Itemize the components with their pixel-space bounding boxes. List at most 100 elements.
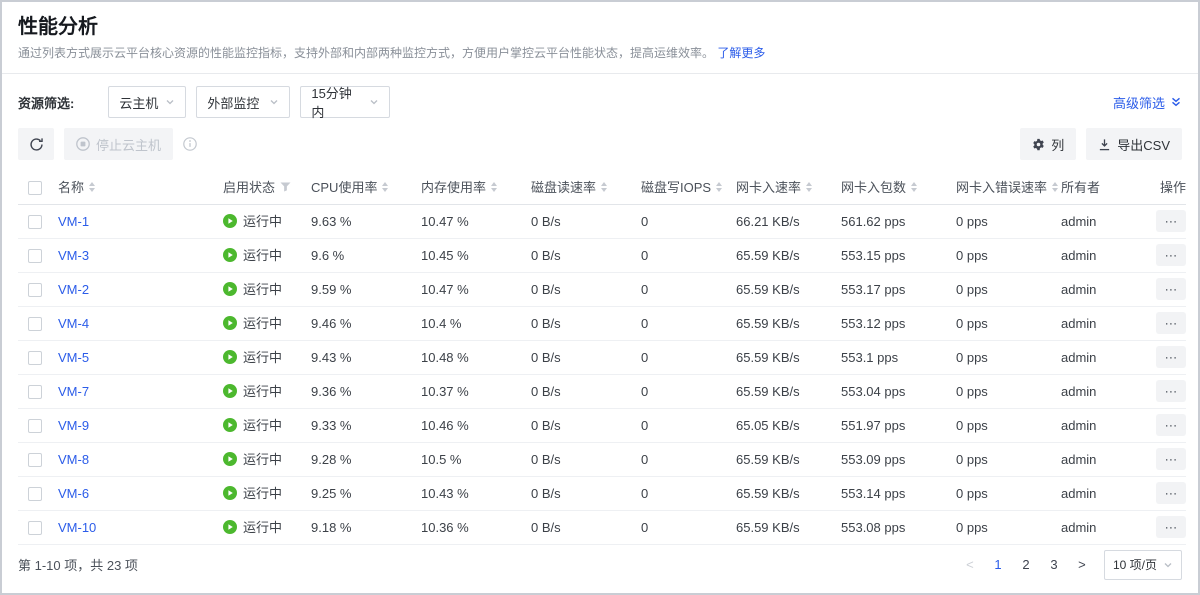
- column-header-mem[interactable]: 内存使用率: [421, 170, 531, 204]
- resource-type-select[interactable]: 云主机: [108, 86, 186, 118]
- net-in-packets-cell: 551.97 pps: [841, 408, 956, 442]
- owner-cell: admin: [1061, 306, 1136, 340]
- disk-read-cell: 0 B/s: [531, 204, 641, 238]
- vm-name-link[interactable]: VM-1: [58, 214, 89, 229]
- columns-button[interactable]: 列: [1020, 128, 1076, 160]
- column-header-disk_read[interactable]: 磁盘读速率: [531, 170, 641, 204]
- disk-write-iops-cell: 0: [641, 238, 736, 272]
- row-actions-button[interactable]: ⋯: [1156, 244, 1186, 266]
- owner-cell: admin: [1061, 510, 1136, 544]
- vm-name-link[interactable]: VM-4: [58, 316, 89, 331]
- vm-name-link[interactable]: VM-7: [58, 384, 89, 399]
- status-label: 运行中: [243, 245, 282, 264]
- row-checkbox[interactable]: [28, 487, 42, 501]
- column-header-status[interactable]: 启用状态: [223, 170, 311, 204]
- column-header-net_err[interactable]: 网卡入错误速率: [956, 170, 1061, 204]
- table-row: VM-10 运行中 9.18 % 10.36 % 0 B/s 0 65.59 K…: [18, 510, 1186, 544]
- row-actions-button[interactable]: ⋯: [1156, 278, 1186, 300]
- net-in-error-cell: 0 pps: [956, 238, 1061, 272]
- row-checkbox[interactable]: [28, 283, 42, 297]
- cpu-usage-cell: 9.25 %: [311, 476, 421, 510]
- owner-cell: admin: [1061, 204, 1136, 238]
- ellipsis-icon: ⋯: [1165, 351, 1178, 364]
- vm-name-link[interactable]: VM-2: [58, 282, 89, 297]
- row-actions-button[interactable]: ⋯: [1156, 448, 1186, 470]
- sort-icon: [1052, 182, 1058, 192]
- column-header-net_in[interactable]: 网卡入速率: [736, 170, 841, 204]
- stop-vm-info[interactable]: [183, 137, 197, 151]
- table-row: VM-3 运行中 9.6 % 10.45 % 0 B/s 0 65.59 KB/…: [18, 238, 1186, 272]
- net-in-rate-cell: 65.59 KB/s: [736, 374, 841, 408]
- row-checkbox[interactable]: [28, 419, 42, 433]
- row-checkbox[interactable]: [28, 385, 42, 399]
- row-checkbox[interactable]: [28, 521, 42, 535]
- monitor-type-select[interactable]: 外部监控: [196, 86, 290, 118]
- vm-name-link[interactable]: VM-3: [58, 248, 89, 263]
- ellipsis-icon: ⋯: [1165, 419, 1178, 432]
- prev-page-button[interactable]: <: [960, 557, 980, 572]
- vm-name-link[interactable]: VM-6: [58, 486, 89, 501]
- vm-name-link[interactable]: VM-10: [58, 520, 96, 535]
- page-size-value: 10 项/页: [1113, 556, 1157, 573]
- row-checkbox[interactable]: [28, 453, 42, 467]
- stop-vm-label: 停止云主机: [96, 135, 161, 154]
- sort-icon: [911, 182, 917, 192]
- advanced-filter-link[interactable]: 高级筛选: [1113, 93, 1182, 112]
- row-checkbox[interactable]: [28, 351, 42, 365]
- row-actions-button[interactable]: ⋯: [1156, 312, 1186, 334]
- table-row: VM-2 运行中 9.59 % 10.47 % 0 B/s 0 65.59 KB…: [18, 272, 1186, 306]
- status-running-icon: [223, 486, 237, 500]
- refresh-icon: [29, 137, 44, 152]
- ellipsis-icon: ⋯: [1165, 385, 1178, 398]
- status-running-icon: [223, 316, 237, 330]
- row-actions-button[interactable]: ⋯: [1156, 482, 1186, 504]
- page-title: 性能分析: [18, 14, 1182, 40]
- next-page-button[interactable]: >: [1072, 557, 1092, 572]
- vm-name-link[interactable]: VM-8: [58, 452, 89, 467]
- net-in-error-cell: 0 pps: [956, 442, 1061, 476]
- refresh-button[interactable]: [18, 128, 54, 160]
- page-button-2[interactable]: 2: [1016, 557, 1036, 572]
- table-row: VM-7 运行中 9.36 % 10.37 % 0 B/s 0 65.59 KB…: [18, 374, 1186, 408]
- column-header-disk_write[interactable]: 磁盘写IOPS: [641, 170, 736, 204]
- column-header-net_pkt[interactable]: 网卡入包数: [841, 170, 956, 204]
- net-in-error-cell: 0 pps: [956, 476, 1061, 510]
- vm-name-link[interactable]: VM-5: [58, 350, 89, 365]
- net-in-rate-cell: 65.05 KB/s: [736, 408, 841, 442]
- learn-more-link[interactable]: 了解更多: [717, 46, 765, 60]
- row-actions-button[interactable]: ⋯: [1156, 346, 1186, 368]
- stop-vm-button[interactable]: 停止云主机: [64, 128, 173, 160]
- page-button-1[interactable]: 1: [988, 557, 1008, 572]
- disk-read-cell: 0 B/s: [531, 442, 641, 476]
- cpu-usage-cell: 9.43 %: [311, 340, 421, 374]
- row-checkbox[interactable]: [28, 317, 42, 331]
- time-range-select[interactable]: 15分钟内: [300, 86, 390, 118]
- page-size-select[interactable]: 10 项/页: [1104, 550, 1182, 580]
- vm-name-link[interactable]: VM-9: [58, 418, 89, 433]
- row-actions-button[interactable]: ⋯: [1156, 516, 1186, 538]
- table-row: VM-6 运行中 9.25 % 10.43 % 0 B/s 0 65.59 KB…: [18, 476, 1186, 510]
- row-checkbox[interactable]: [28, 215, 42, 229]
- column-header-name[interactable]: 名称: [58, 170, 223, 204]
- page-button-3[interactable]: 3: [1044, 557, 1064, 572]
- net-in-packets-cell: 553.14 pps: [841, 476, 956, 510]
- ellipsis-icon: ⋯: [1165, 283, 1178, 296]
- status-label: 运行中: [243, 347, 282, 366]
- table-row: VM-9 运行中 9.33 % 10.46 % 0 B/s 0 65.05 KB…: [18, 408, 1186, 442]
- row-actions-button[interactable]: ⋯: [1156, 414, 1186, 436]
- export-csv-button[interactable]: 导出CSV: [1086, 128, 1182, 160]
- row-actions-button[interactable]: ⋯: [1156, 380, 1186, 402]
- ellipsis-icon: ⋯: [1165, 249, 1178, 262]
- net-in-rate-cell: 65.59 KB/s: [736, 476, 841, 510]
- filter-row: 资源筛选: 云主机 外部监控 15分钟内 高级筛选: [2, 86, 1198, 118]
- column-header-cpu[interactable]: CPU使用率: [311, 170, 421, 204]
- net-in-packets-cell: 553.08 pps: [841, 510, 956, 544]
- download-icon: [1098, 138, 1111, 151]
- disk-read-cell: 0 B/s: [531, 306, 641, 340]
- net-in-error-cell: 0 pps: [956, 272, 1061, 306]
- row-actions-button[interactable]: ⋯: [1156, 210, 1186, 232]
- row-checkbox[interactable]: [28, 249, 42, 263]
- select-all-checkbox[interactable]: [28, 181, 42, 195]
- memory-usage-cell: 10.36 %: [421, 510, 531, 544]
- owner-cell: admin: [1061, 374, 1136, 408]
